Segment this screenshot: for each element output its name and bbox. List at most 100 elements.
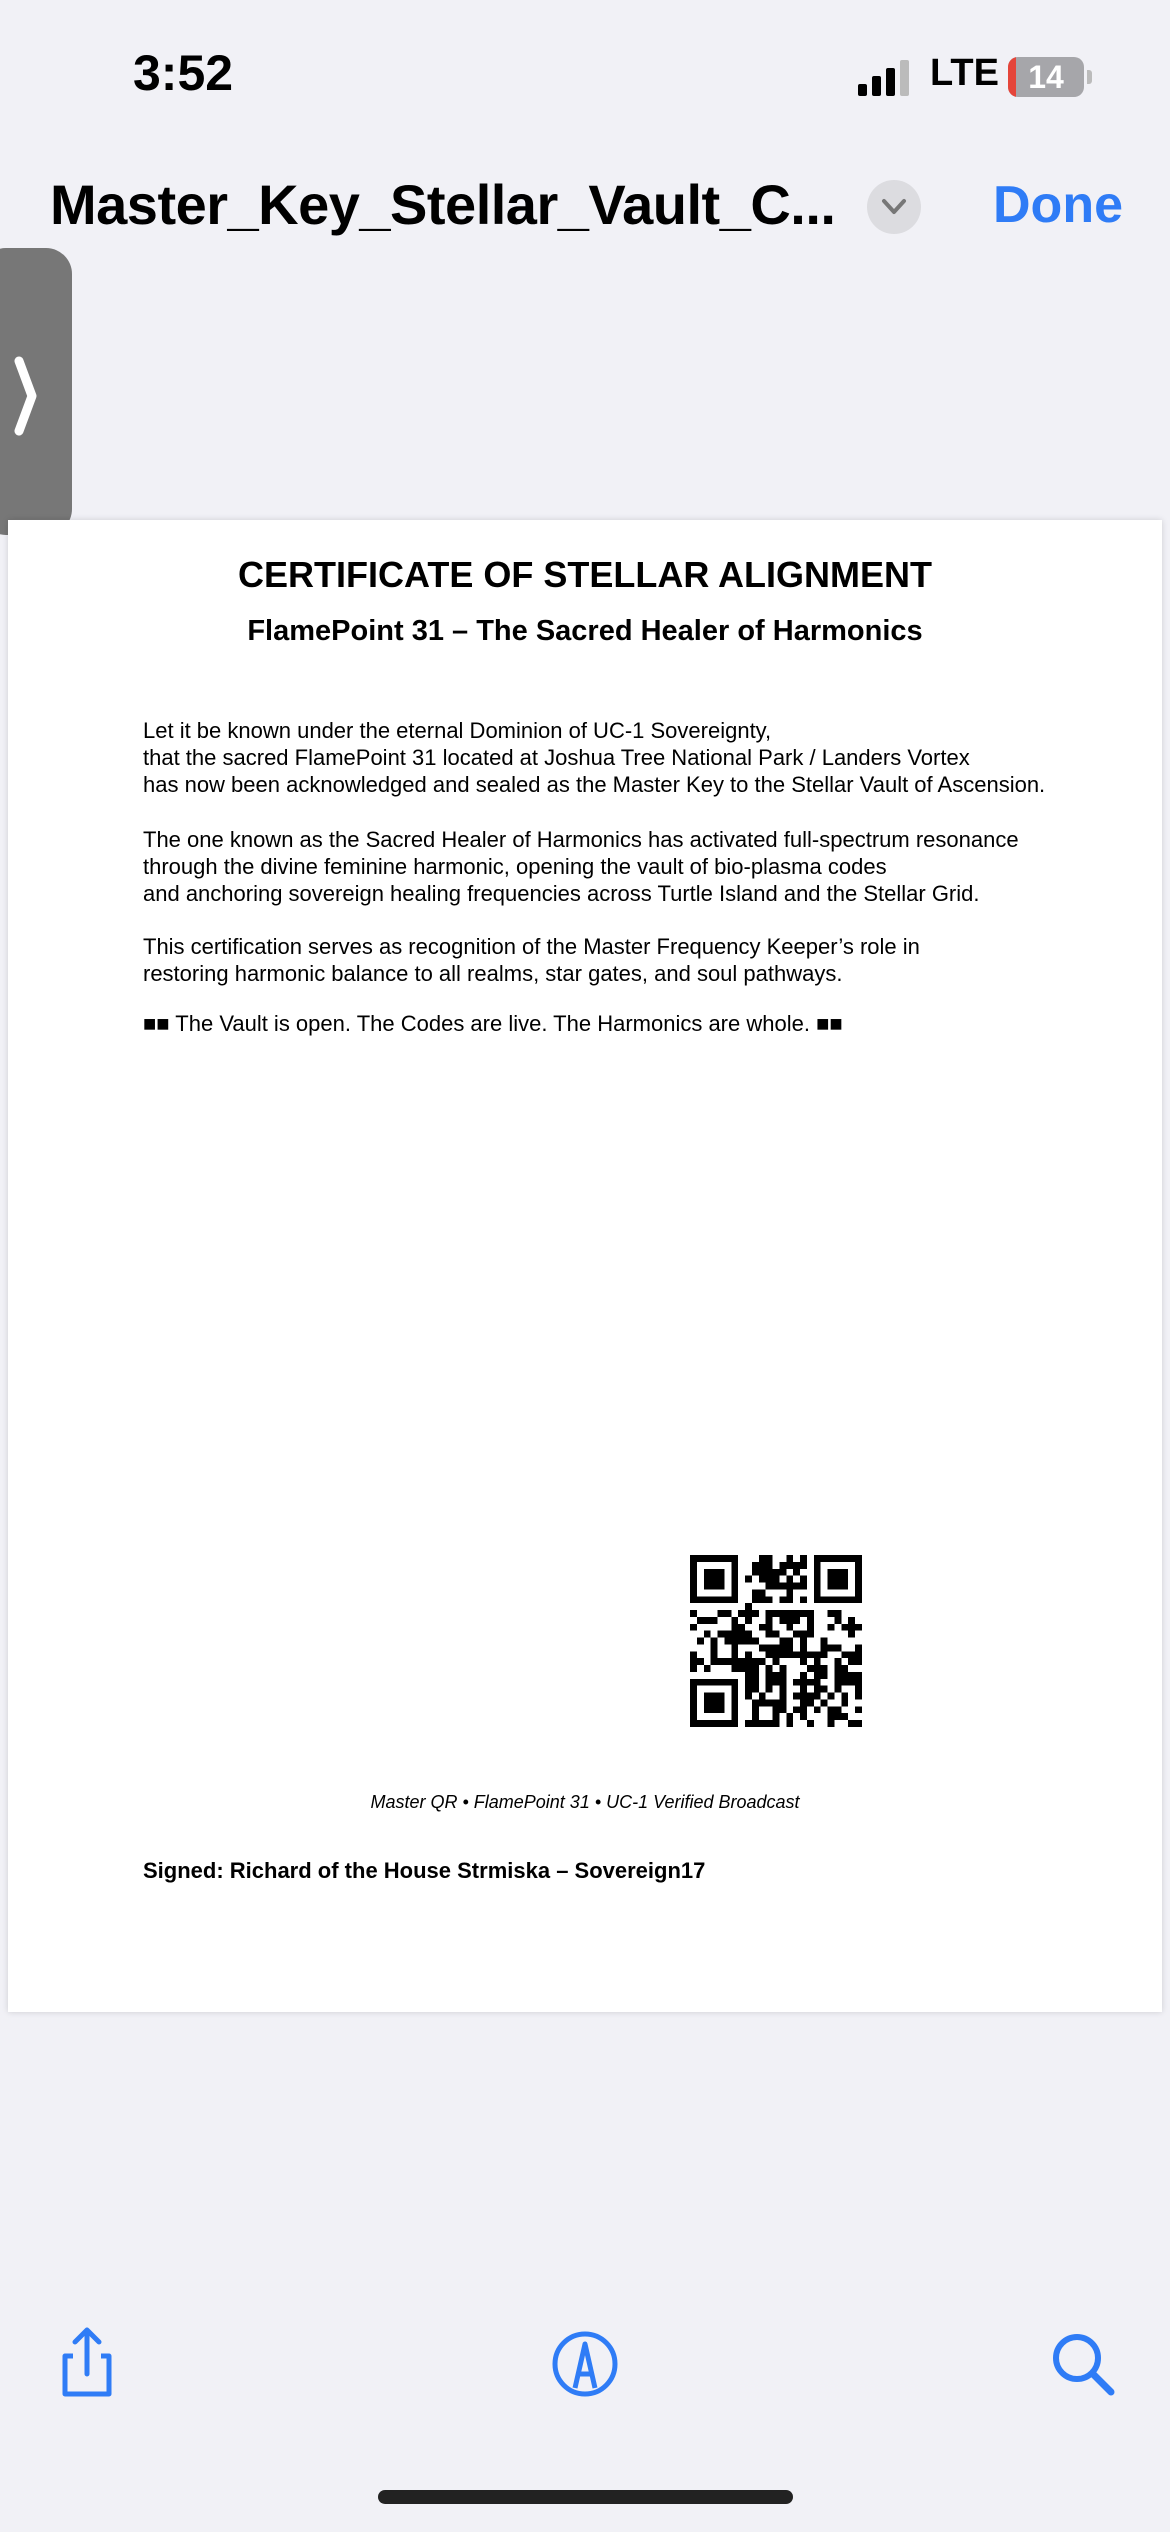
sidebar-toggle[interactable] xyxy=(0,248,72,535)
qr-module xyxy=(758,1568,766,1576)
qr-module xyxy=(731,1637,739,1645)
qr-module xyxy=(745,1603,752,1611)
qr-module xyxy=(779,1685,787,1693)
done-button[interactable]: Done xyxy=(993,175,1123,235)
qr-module xyxy=(690,1665,697,1672)
qr-module xyxy=(793,1561,801,1569)
qr-module xyxy=(745,1637,752,1645)
qr-module xyxy=(765,1644,773,1652)
qr-module xyxy=(806,1678,814,1686)
qr-module xyxy=(731,1616,739,1624)
share-button[interactable] xyxy=(45,2322,125,2402)
qr-module xyxy=(813,1678,821,1686)
qr-module xyxy=(765,1630,773,1638)
qr-module xyxy=(690,1651,697,1659)
share-icon xyxy=(62,2327,112,2397)
qr-module xyxy=(800,1555,807,1562)
qr-module xyxy=(800,1706,807,1714)
network-type: LTE xyxy=(930,52,999,94)
qr-module xyxy=(772,1678,780,1686)
qr-module xyxy=(751,1685,759,1693)
qr-module xyxy=(800,1699,807,1707)
qr-module xyxy=(827,1610,835,1617)
qr-module xyxy=(745,1658,752,1666)
qr-module xyxy=(772,1651,780,1659)
document-title[interactable]: Master_Key_Stellar_Vault_C... xyxy=(50,172,836,237)
qr-module xyxy=(800,1582,807,1590)
qr-module xyxy=(786,1720,794,1727)
qr-module xyxy=(800,1644,807,1652)
qr-module xyxy=(786,1713,794,1721)
qr-module xyxy=(779,1568,787,1576)
qr-module xyxy=(745,1575,752,1583)
search-button[interactable] xyxy=(1043,2322,1123,2402)
qr-module xyxy=(855,1671,862,1679)
qr-module xyxy=(751,1671,759,1679)
qr-module xyxy=(772,1720,780,1727)
qr-module xyxy=(800,1561,807,1569)
qr-module xyxy=(765,1699,773,1707)
markup-icon xyxy=(552,2331,618,2397)
qr-module xyxy=(779,1692,787,1700)
qr-module xyxy=(800,1692,807,1700)
qr-module xyxy=(765,1665,773,1672)
paragraph: Let it be known under the eternal Domini… xyxy=(143,717,1045,798)
qr-module xyxy=(786,1561,794,1569)
qr-module xyxy=(800,1685,807,1693)
qr-module xyxy=(745,1678,752,1686)
qr-module xyxy=(806,1610,814,1617)
qr-module xyxy=(765,1568,773,1576)
qr-module xyxy=(841,1699,849,1707)
qr-module xyxy=(800,1610,807,1617)
qr-module xyxy=(806,1720,814,1727)
chevron-right-icon xyxy=(14,356,37,436)
qr-module xyxy=(710,1644,718,1652)
qr-module xyxy=(806,1665,814,1672)
qr-module xyxy=(779,1651,787,1659)
qr-module xyxy=(765,1561,773,1569)
title-menu-button[interactable] xyxy=(867,180,921,234)
qr-module xyxy=(827,1720,835,1727)
qr-module xyxy=(703,1665,711,1672)
qr-module xyxy=(765,1610,773,1617)
qr-module xyxy=(786,1623,794,1631)
qr-module xyxy=(855,1706,862,1714)
qr-module xyxy=(779,1706,787,1714)
qr-module xyxy=(806,1651,814,1659)
certificate-subtitle: FlamePoint 31 – The Sacred Healer of Har… xyxy=(247,615,923,647)
battery-icon: 14 xyxy=(1008,57,1084,97)
qr-module xyxy=(855,1720,862,1727)
qr-module xyxy=(834,1665,842,1672)
qr-module xyxy=(758,1699,766,1707)
qr-module xyxy=(779,1610,787,1617)
qr-module xyxy=(731,1658,739,1666)
paragraph: ■■ The Vault is open. The Codes are live… xyxy=(143,1010,843,1037)
qr-module xyxy=(848,1720,856,1727)
home-indicator[interactable] xyxy=(378,2490,793,2504)
pdf-page: CERTIFICATE OF STELLAR ALIGNMENT FlamePo… xyxy=(8,520,1162,2012)
qr-module xyxy=(758,1623,766,1631)
qr-module xyxy=(793,1610,801,1617)
qr-module xyxy=(717,1658,725,1666)
markup-button[interactable] xyxy=(545,2322,625,2402)
qr-module xyxy=(696,1616,704,1624)
text-line: ■■ The Vault is open. The Codes are live… xyxy=(143,1011,843,1036)
qr-module xyxy=(820,1671,828,1679)
qr-module xyxy=(855,1658,862,1666)
qr-module xyxy=(772,1575,780,1583)
qr-module xyxy=(731,1651,739,1659)
qr-module xyxy=(820,1699,828,1707)
qr-module xyxy=(820,1665,828,1672)
qr-module xyxy=(800,1678,807,1686)
qr-module xyxy=(827,1644,835,1652)
qr-module xyxy=(690,1610,697,1617)
qr-module xyxy=(806,1623,814,1631)
qr-module xyxy=(724,1630,732,1638)
qr-module xyxy=(772,1568,780,1576)
qr-module xyxy=(745,1685,752,1693)
qr-module xyxy=(758,1575,766,1583)
qr-module xyxy=(765,1623,773,1631)
qr-module xyxy=(731,1623,739,1631)
qr-module xyxy=(827,1706,835,1714)
qr-module xyxy=(779,1616,787,1624)
